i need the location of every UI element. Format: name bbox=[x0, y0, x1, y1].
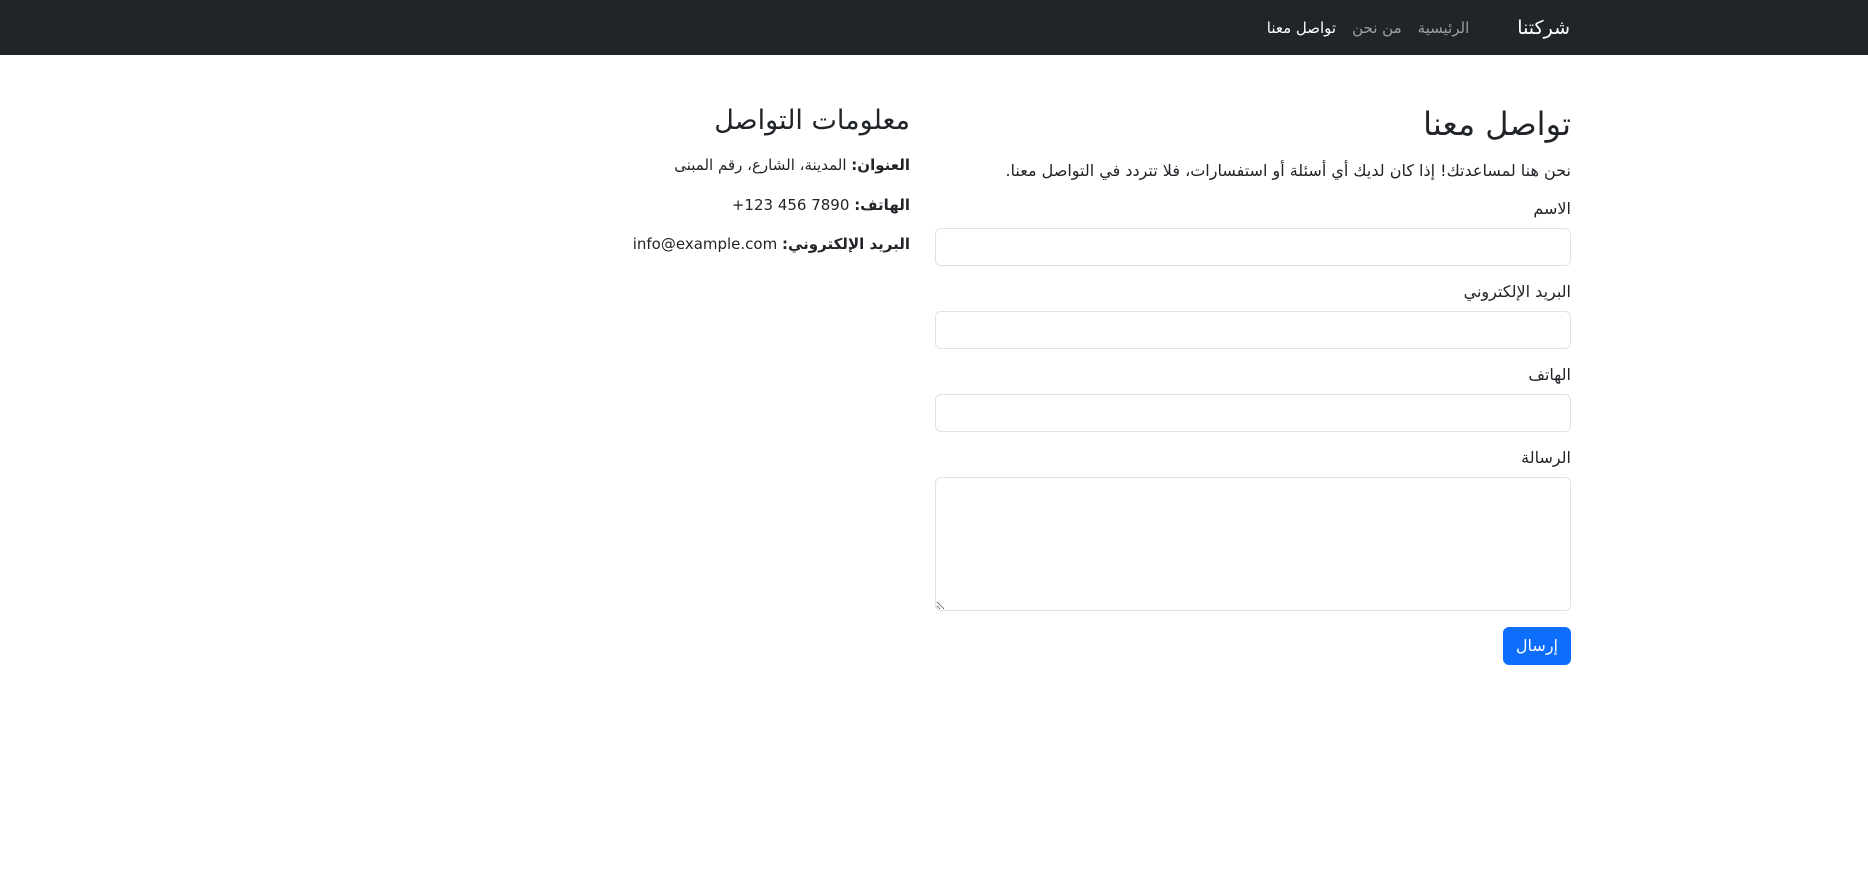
info-email: البريد الإلكتروني: info@example.com bbox=[610, 233, 910, 256]
nav-links: الرئيسية من نحن تواصل معنا bbox=[1251, 19, 1470, 37]
nav-link-home[interactable]: الرئيسية bbox=[1418, 19, 1470, 37]
phone-input[interactable] bbox=[935, 393, 1571, 432]
name-label: الاسم bbox=[1533, 199, 1571, 219]
name-group: الاسم bbox=[935, 199, 1571, 267]
phone-info-label: الهاتف: bbox=[854, 195, 910, 214]
nav-link-contact[interactable]: تواصل معنا bbox=[1267, 19, 1336, 37]
address-label: العنوان: bbox=[851, 156, 910, 175]
contact-info-section: معلومات التواصل العنوان: المدينة، الشارع… bbox=[610, 55, 910, 256]
info-title: معلومات التواصل bbox=[714, 105, 910, 136]
submit-button[interactable]: إرسال bbox=[1502, 626, 1571, 665]
name-input[interactable] bbox=[935, 228, 1571, 267]
phone-info-value: +123 456 7890 bbox=[731, 195, 850, 214]
brand-link[interactable]: شركتنا bbox=[1517, 17, 1570, 39]
message-textarea[interactable] bbox=[935, 476, 1571, 611]
phone-group: الهاتف bbox=[935, 365, 1571, 432]
email-label: البريد الإلكتروني bbox=[1463, 282, 1571, 302]
address-value: المدينة، الشارع، رقم المبنى bbox=[674, 156, 847, 175]
page-title: تواصل معنا bbox=[1423, 105, 1571, 143]
info-address: العنوان: المدينة، الشارع، رقم المبنى bbox=[610, 154, 910, 177]
email-group: البريد الإلكتروني bbox=[935, 282, 1571, 349]
message-label: الرسالة bbox=[1521, 447, 1571, 467]
top-navbar: شركتنا الرئيسية من نحن تواصل معنا bbox=[0, 0, 1868, 55]
info-phone: الهاتف: +123 456 7890 bbox=[610, 194, 910, 217]
email-info-value: info@example.com bbox=[632, 235, 778, 254]
message-group: الرسالة bbox=[935, 448, 1571, 611]
email-info-label: البريد الإلكتروني: bbox=[782, 235, 910, 254]
phone-label: الهاتف bbox=[1528, 364, 1571, 384]
contact-form-section: تواصل معنا نحن هنا لمساعدتك! إذا كان لدي… bbox=[935, 55, 1571, 665]
intro-text: نحن هنا لمساعدتك! إذا كان لديك أي أسئلة … bbox=[1005, 161, 1571, 181]
nav-link-about[interactable]: من نحن bbox=[1352, 19, 1402, 37]
email-input[interactable] bbox=[935, 310, 1571, 349]
navbar-inner: شركتنا الرئيسية من نحن تواصل معنا bbox=[1251, 0, 1570, 55]
